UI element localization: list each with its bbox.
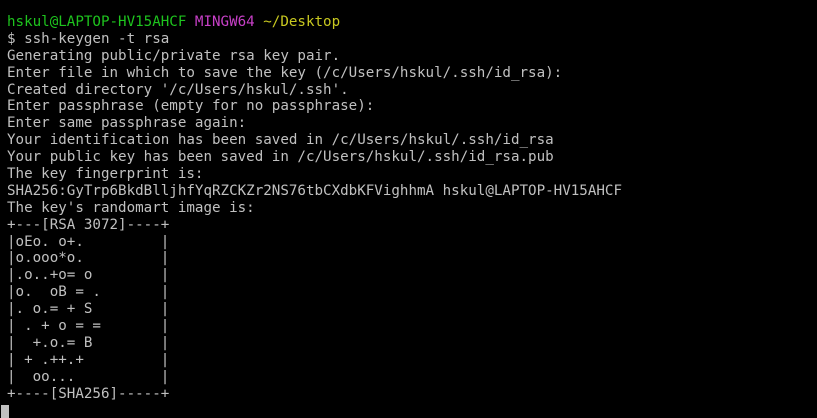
output-line: Enter passphrase (empty for no passphras… xyxy=(7,98,375,115)
randomart-line: | +.o.= B | xyxy=(7,334,170,351)
randomart-line: +----[SHA256]-----+ xyxy=(7,385,170,402)
text-cursor xyxy=(1,405,9,418)
randomart-line: |. o.= + S | xyxy=(7,301,170,318)
output-line: The key fingerprint is: xyxy=(7,166,204,183)
randomart-line: |o.ooo*o. | xyxy=(7,250,170,267)
output-line: Enter file in which to save the key (/c/… xyxy=(7,64,563,81)
randomart-line: | + .++.+ | xyxy=(7,351,170,368)
prompt-cwd: ~/Desktop xyxy=(263,14,341,30)
prompt-line: hskul@LAPTOP-HV15AHCF MINGW64 ~/Desktop xyxy=(7,14,817,31)
prompt-shell: MINGW64 xyxy=(194,14,255,30)
randomart-line: +---[RSA 3072]----+ xyxy=(7,216,170,233)
command-line: $ ssh-keygen -t rsa xyxy=(7,30,170,47)
randomart-line: |.o..+o= o | xyxy=(7,267,170,284)
output-line: Created directory '/c/Users/hskul/.ssh'. xyxy=(7,81,349,98)
output-line: Your identification has been saved in /c… xyxy=(7,132,554,149)
prompt-user-host: hskul@LAPTOP-HV15AHCF xyxy=(7,14,187,30)
randomart-line: | oo... | xyxy=(7,368,170,385)
terminal-window[interactable]: hskul@LAPTOP-HV15AHCF MINGW64 ~/Desktop … xyxy=(0,0,817,418)
output-line: Your public key has been saved in /c/Use… xyxy=(7,149,554,166)
randomart-line: |oEo. o+. | xyxy=(7,233,170,250)
randomart-line: |o. oB = . | xyxy=(7,284,170,301)
output-line: Generating public/private rsa key pair. xyxy=(7,47,341,64)
output-line: Enter same passphrase again: xyxy=(7,115,247,132)
fingerprint-line: SHA256:GyTrp6BkdBlljhfYqRZCKZr2NS76tbCXd… xyxy=(7,182,622,199)
randomart-line: | . + o = = | xyxy=(7,318,170,335)
output-line: The key's randomart image is: xyxy=(7,199,255,216)
